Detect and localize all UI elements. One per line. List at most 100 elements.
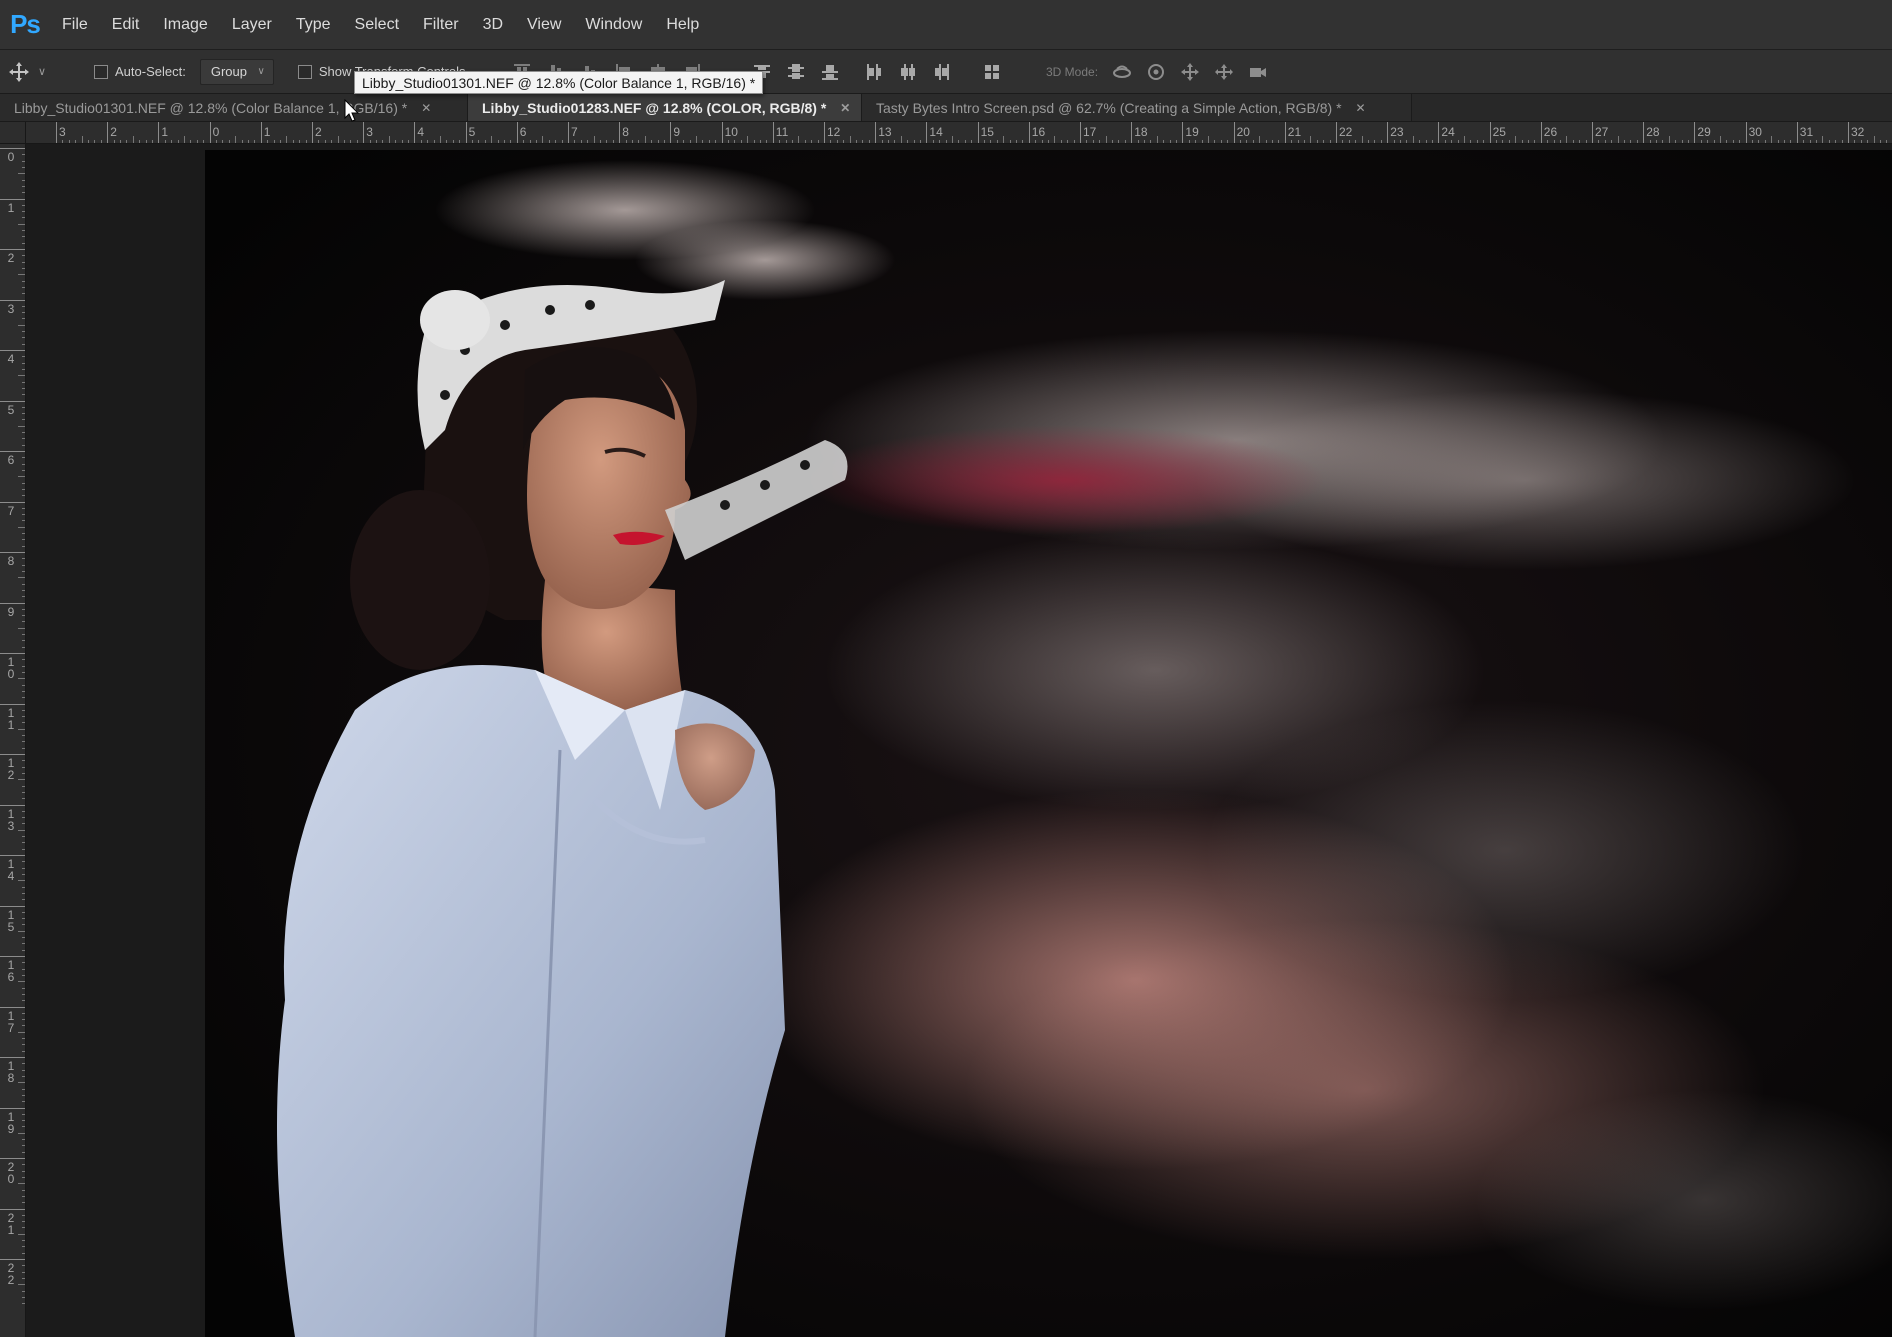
- ruler-tick: [0, 350, 25, 351]
- photoshop-window: Ps File Edit Image Layer Type Select Fil…: [0, 0, 1892, 1337]
- menu-type[interactable]: Type: [284, 0, 343, 50]
- ruler-minor-tick: [18, 425, 25, 427]
- document-canvas[interactable]: [205, 150, 1892, 1337]
- distribute-buttons: [752, 50, 1002, 94]
- ruler-tick-label: 9: [7, 604, 15, 619]
- menu-layer[interactable]: Layer: [220, 0, 284, 50]
- menu-filter[interactable]: Filter: [411, 0, 471, 50]
- ruler-tick-label: 4: [417, 125, 425, 139]
- ruler-minor-tick: [286, 136, 288, 143]
- menu-select[interactable]: Select: [343, 0, 411, 50]
- ruler-tick-label: 22: [7, 1261, 15, 1287]
- menu-image[interactable]: Image: [151, 0, 219, 50]
- ruler-minor-tick: [1361, 136, 1363, 143]
- ruler-tick: [516, 122, 518, 143]
- ruler-tick: [1694, 122, 1696, 143]
- ruler-tick-label: 14: [7, 857, 15, 883]
- menu-file[interactable]: File: [50, 0, 100, 50]
- ruler-tick-label: 9: [673, 125, 681, 139]
- ruler-tick-label: 12: [827, 125, 841, 139]
- ruler-tick: [1438, 122, 1440, 143]
- ruler-minor-tick: [81, 136, 83, 143]
- ruler-tick: [0, 198, 25, 200]
- 3d-slide-icon[interactable]: [1214, 62, 1234, 82]
- ruler-tick: [0, 249, 25, 250]
- ruler-minor-tick: [542, 136, 544, 143]
- auto-align-icon[interactable]: [982, 62, 1002, 82]
- ruler-tick-label: 6: [7, 453, 15, 467]
- ruler-minor-tick: [1771, 136, 1773, 143]
- ruler-tick-label: 4: [7, 352, 15, 366]
- ruler-tick-label: 19: [7, 1109, 15, 1136]
- distribute-vcenter-icon[interactable]: [786, 62, 806, 82]
- ruler-tick-label: 18: [7, 1059, 15, 1085]
- ruler-minor-tick: [491, 136, 493, 143]
- ruler-tick: [0, 1208, 25, 1210]
- ruler-minor-tick: [1566, 136, 1568, 143]
- auto-select-value: Group: [210, 64, 247, 79]
- auto-select-checkbox[interactable]: Auto-Select:: [94, 64, 186, 79]
- photoshop-logo: Ps: [10, 9, 41, 39]
- ruler-tick: [414, 122, 416, 143]
- 3d-pan-icon[interactable]: [1180, 62, 1200, 82]
- tab-libby-01301[interactable]: Libby_Studio01301.NEF @ 12.8% (Color Bal…: [0, 94, 468, 121]
- ruler-tick-label: 26: [1543, 125, 1558, 139]
- ruler-tick: [1131, 122, 1133, 143]
- dispersion-photo: [205, 150, 1892, 1337]
- 3d-rotate-icon[interactable]: [1112, 62, 1132, 82]
- ruler-origin[interactable]: [0, 122, 26, 144]
- ruler-minor-tick: [440, 136, 441, 143]
- checkbox-box[interactable]: [297, 64, 312, 79]
- ruler-minor-tick: [1617, 136, 1619, 143]
- close-icon[interactable]: ✕: [421, 101, 431, 115]
- ruler-tick-label: 2: [315, 125, 322, 139]
- horizontal-ruler[interactable]: 3 2 1 0 1 2 3 4 5 6 7 8 9 10 11 12 13 14 15 16 17 18 19 20 21 22 2…: [26, 122, 1892, 144]
- ruler-tick: [1592, 122, 1593, 143]
- close-icon[interactable]: ✕: [1356, 101, 1366, 115]
- ruler-tick-label: 3: [366, 125, 373, 139]
- ruler-tick: [0, 400, 25, 402]
- ruler-minor-tick: [1668, 136, 1670, 143]
- ruler-minor-tick: [1310, 136, 1312, 143]
- tab-libby-01283[interactable]: Libby_Studio01283.NEF @ 12.8% (COLOR, RG…: [468, 94, 862, 121]
- menu-window[interactable]: Window: [573, 0, 654, 50]
- ruler-tick: [1028, 122, 1030, 143]
- ruler-tick: [1233, 122, 1235, 143]
- ruler-minor-tick: [798, 136, 800, 143]
- distribute-bottom-icon[interactable]: [820, 62, 840, 82]
- ruler-tick-label: 7: [571, 125, 578, 139]
- ruler-tick-label: 30: [1748, 125, 1762, 139]
- tab-tasty-bytes[interactable]: Tasty Bytes Intro Screen.psd @ 62.7% (Cr…: [862, 94, 1412, 121]
- ruler-tick: [1489, 122, 1491, 143]
- auto-select-dropdown[interactable]: Group ∨: [199, 58, 274, 85]
- distribute-right-icon[interactable]: [932, 62, 952, 82]
- menu-view[interactable]: View: [515, 0, 573, 50]
- menu-help[interactable]: Help: [654, 0, 711, 50]
- ruler-tick-label: 8: [7, 554, 15, 568]
- 3d-camera-icon[interactable]: [1248, 62, 1268, 82]
- ruler-tick: [1796, 122, 1798, 143]
- 3d-roll-icon[interactable]: [1146, 62, 1166, 82]
- ruler-minor-tick: [696, 136, 697, 143]
- ruler-tick-label: 32: [1851, 125, 1865, 139]
- ruler-tick: [1080, 122, 1081, 143]
- distribute-hcenter-icon[interactable]: [898, 62, 918, 82]
- menu-3d[interactable]: 3D: [471, 0, 515, 50]
- vertical-ruler[interactable]: 012345678910111213141516171819202122: [0, 144, 26, 1337]
- ruler-tick: [619, 122, 621, 143]
- distribute-left-icon[interactable]: [864, 62, 884, 82]
- ruler-tick: [363, 122, 365, 143]
- checkbox-box[interactable]: [94, 64, 108, 79]
- ruler-tick: [465, 122, 467, 143]
- ruler-minor-tick: [1054, 136, 1056, 143]
- menu-bar: Ps File Edit Image Layer Type Select Fil…: [0, 0, 1892, 50]
- ruler-minor-tick: [18, 223, 25, 225]
- menu-edit[interactable]: Edit: [100, 0, 152, 50]
- close-icon[interactable]: ✕: [840, 101, 850, 115]
- ruler-tick: [209, 122, 211, 143]
- move-tool-preset[interactable]: ∨: [8, 61, 68, 83]
- ruler-tick: [0, 956, 25, 957]
- ruler-tick-label: 6: [519, 125, 527, 139]
- ruler-tick: [0, 451, 25, 452]
- ruler-minor-tick: [18, 274, 25, 276]
